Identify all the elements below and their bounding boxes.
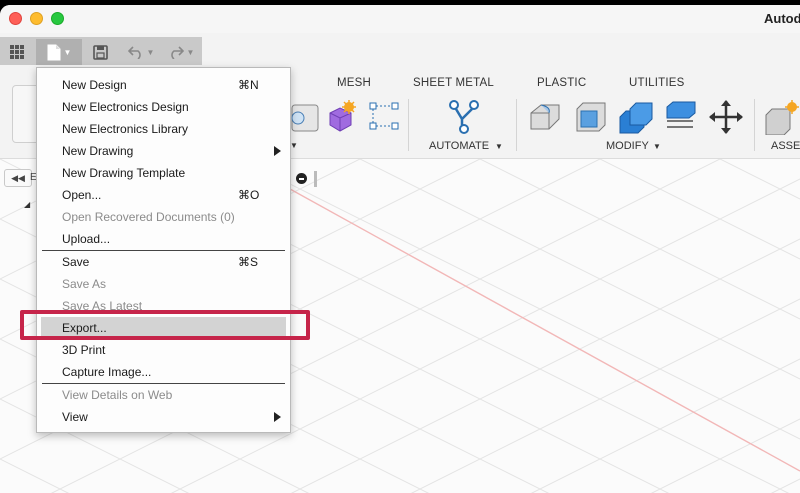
chevron-down-icon: ▼ bbox=[146, 47, 155, 57]
redo-button[interactable]: ▼ bbox=[164, 39, 198, 65]
menu-item-open[interactable]: Open... ⌘O bbox=[41, 184, 286, 206]
file-dropdown-menu: New Design ⌘N New Electronics Design New… bbox=[36, 67, 291, 433]
save-button[interactable] bbox=[88, 39, 112, 65]
chevron-down-icon: ▼ bbox=[495, 142, 503, 151]
menu-item-label: New Electronics Design bbox=[62, 100, 189, 114]
menu-item-capture-image[interactable]: Capture Image... bbox=[41, 361, 286, 383]
chevron-down-icon: ▼ bbox=[653, 142, 661, 151]
menu-item-label: View Details on Web bbox=[62, 388, 173, 402]
file-menu-button[interactable]: ▼ bbox=[36, 39, 82, 65]
stop-icon[interactable] bbox=[296, 173, 307, 184]
menu-item-label: Save As bbox=[62, 277, 107, 291]
menu-item-upload[interactable]: Upload... bbox=[41, 228, 286, 250]
menu-item-label: New Design bbox=[62, 78, 127, 92]
menu-item-save-as: Save As bbox=[41, 273, 286, 295]
quick-access-toolbar: ▼ ▼ ▼ bbox=[0, 33, 800, 69]
automate-icon[interactable] bbox=[446, 99, 482, 135]
menu-item-shortcut: ⌘O bbox=[238, 188, 260, 202]
fillet-icon[interactable] bbox=[573, 99, 609, 135]
menu-item-new-electronics-library[interactable]: New Electronics Library bbox=[41, 118, 286, 140]
move-icon[interactable] bbox=[708, 99, 744, 135]
menu-item-label: 3D Print bbox=[62, 343, 106, 357]
scale-icon[interactable] bbox=[663, 99, 699, 135]
close-window-button[interactable] bbox=[9, 12, 22, 25]
group-modify[interactable]: MODIFY bbox=[606, 140, 649, 152]
menu-item-shortcut: ⌘S bbox=[238, 255, 259, 269]
menu-item-new-drawing[interactable]: New Drawing bbox=[41, 140, 286, 162]
mesh-view-icon[interactable] bbox=[286, 99, 322, 135]
menu-item-open-recovered-documents: Open Recovered Documents (0) bbox=[41, 206, 286, 228]
panel-divider[interactable] bbox=[314, 171, 317, 187]
new-component-icon[interactable] bbox=[764, 99, 800, 135]
menu-item-label: View bbox=[62, 410, 88, 424]
press-pull-icon[interactable] bbox=[527, 99, 563, 135]
undo-icon bbox=[127, 46, 141, 59]
app-window: Autod ▼ ▼ ▼ MESH SHEET METAL PLASTIC UTI… bbox=[0, 5, 800, 493]
menu-item-shortcut: ⌘N bbox=[238, 78, 259, 92]
group-automate[interactable]: AUTOMATE bbox=[429, 140, 489, 152]
menu-item-label: Open Recovered Documents (0) bbox=[62, 210, 235, 224]
menu-item-save[interactable]: Save ⌘S bbox=[41, 251, 286, 273]
menu-item-view[interactable]: View bbox=[41, 406, 286, 428]
chevron-down-icon: ▼ bbox=[63, 47, 72, 57]
ribbon-separator bbox=[754, 99, 755, 151]
save-icon bbox=[92, 44, 108, 60]
menu-item-label: Open... bbox=[62, 188, 102, 202]
ribbon-separator bbox=[408, 99, 409, 151]
minimize-window-button[interactable] bbox=[30, 12, 43, 25]
mesh-section-icon[interactable] bbox=[366, 99, 402, 135]
export-highlight-annotation bbox=[20, 310, 310, 340]
ribbon-separator bbox=[516, 99, 517, 151]
undo-button[interactable]: ▼ bbox=[124, 39, 158, 65]
collapse-browser-button[interactable]: ◀◀ bbox=[4, 169, 32, 187]
tree-expand-icon[interactable]: ◢ bbox=[24, 200, 30, 209]
tab-mesh[interactable]: MESH bbox=[337, 77, 371, 89]
tab-utilities[interactable]: UTILITIES bbox=[629, 77, 684, 89]
data-panel-button[interactable] bbox=[4, 39, 30, 65]
shell-icon[interactable] bbox=[618, 99, 654, 135]
menu-item-new-drawing-template[interactable]: New Drawing Template bbox=[41, 162, 286, 184]
chevron-down-icon: ▼ bbox=[290, 141, 298, 150]
tab-plastic[interactable]: PLASTIC bbox=[537, 77, 586, 89]
group-assemble[interactable]: ASSEI bbox=[771, 140, 800, 152]
redo-icon bbox=[170, 46, 184, 59]
grid-icon bbox=[10, 45, 24, 59]
menu-item-label: New Drawing Template bbox=[62, 166, 186, 180]
mesh-body-icon[interactable] bbox=[322, 99, 358, 135]
menu-item-new-design[interactable]: New Design ⌘N bbox=[41, 74, 286, 96]
tab-sheet-metal[interactable]: SHEET METAL bbox=[413, 77, 494, 89]
file-icon bbox=[47, 44, 61, 60]
title-bar: Autod bbox=[0, 5, 800, 33]
chevron-down-icon: ▼ bbox=[186, 47, 195, 57]
menu-item-new-electronics-design[interactable]: New Electronics Design bbox=[41, 96, 286, 118]
menu-item-view-details-on-web: View Details on Web bbox=[41, 384, 286, 406]
submenu-arrow-icon bbox=[274, 412, 281, 422]
menu-item-3d-print[interactable]: 3D Print bbox=[41, 339, 286, 361]
menu-item-label: Save bbox=[62, 255, 90, 269]
menu-item-label: Upload... bbox=[62, 232, 111, 246]
menu-item-label: New Electronics Library bbox=[62, 122, 189, 136]
maximize-window-button[interactable] bbox=[51, 12, 64, 25]
menu-item-label: Capture Image... bbox=[62, 365, 152, 379]
app-title: Autod bbox=[764, 11, 800, 26]
submenu-arrow-icon bbox=[274, 146, 281, 156]
menu-item-label: New Drawing bbox=[62, 144, 134, 158]
